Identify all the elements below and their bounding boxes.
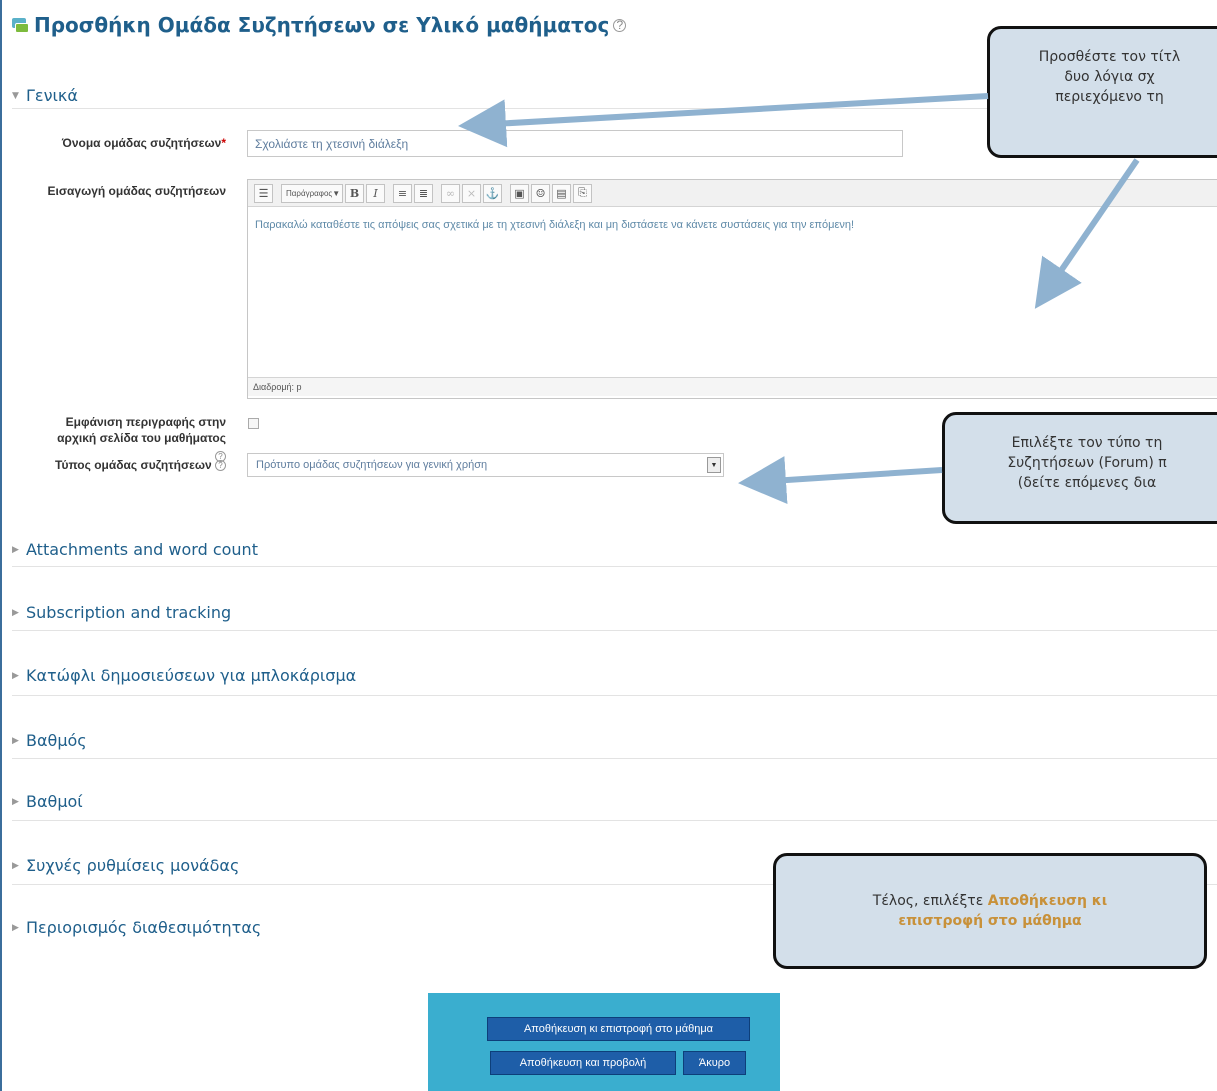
arrow-to-name (458, 93, 989, 148)
arrow-to-type (738, 456, 943, 505)
form-buttons-panel: Αποθήκευση κι επιστροφή στο μάθημα Αποθή… (428, 993, 780, 1091)
annotation-arrows (458, 93, 1140, 505)
arrow-to-editor (1034, 158, 1140, 309)
save-display-button[interactable]: Αποθήκευση και προβολή (490, 1051, 676, 1075)
save-return-button[interactable]: Αποθήκευση κι επιστροφή στο μάθημα (487, 1017, 750, 1041)
cancel-button[interactable]: Άκυρο (683, 1051, 746, 1075)
